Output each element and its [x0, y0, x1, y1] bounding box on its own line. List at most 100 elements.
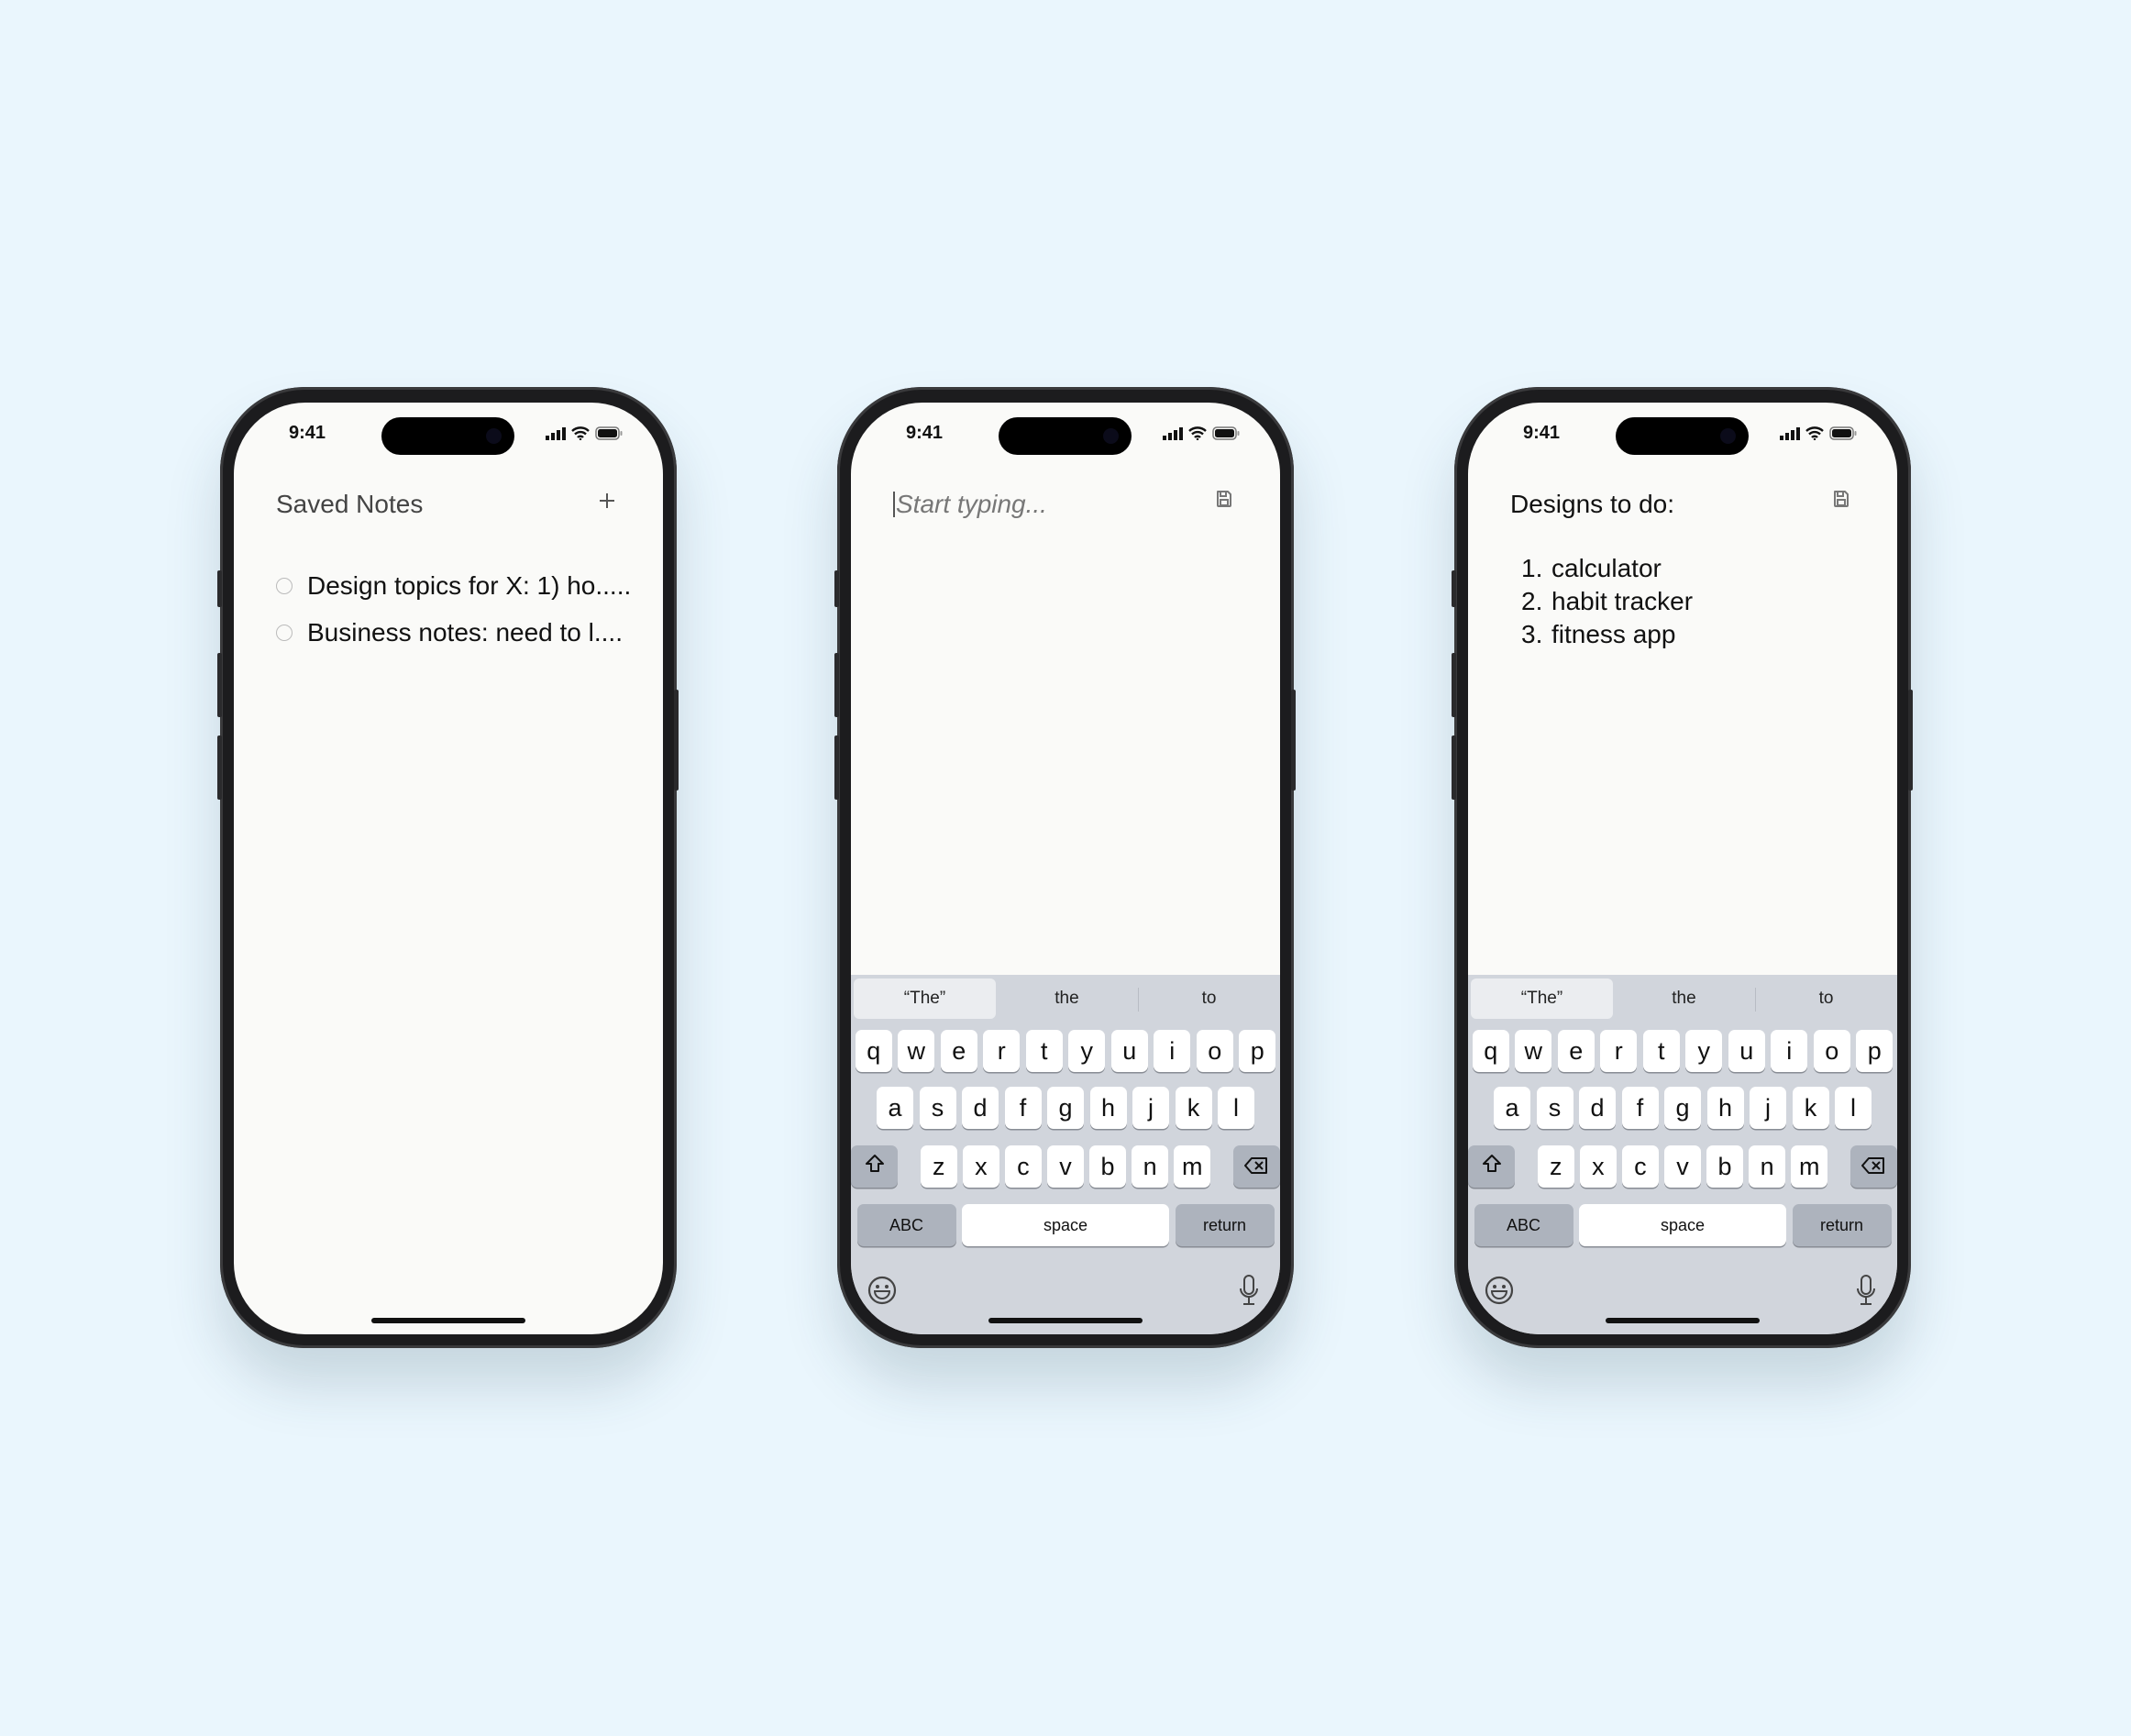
emoji-button[interactable]	[1483, 1276, 1516, 1309]
key-p[interactable]: p	[1239, 1030, 1276, 1072]
key-e[interactable]: e	[1557, 1030, 1595, 1072]
key-h[interactable]: h	[1089, 1087, 1127, 1129]
suggestion-item[interactable]: the	[996, 979, 1138, 1019]
side-button[interactable]	[217, 570, 222, 607]
key-f[interactable]: f	[1621, 1087, 1659, 1129]
microphone-button[interactable]	[1849, 1274, 1883, 1309]
key-j[interactable]: j	[1750, 1087, 1786, 1129]
key-t[interactable]: t	[1025, 1030, 1063, 1072]
key-r[interactable]: r	[1600, 1030, 1638, 1072]
side-button[interactable]	[674, 690, 679, 791]
emoji-button[interactable]	[866, 1276, 899, 1309]
key-n[interactable]: n	[1132, 1145, 1168, 1188]
key-q[interactable]: q	[1472, 1030, 1509, 1072]
save-button[interactable]	[1210, 487, 1238, 514]
key-j[interactable]: j	[1132, 1087, 1169, 1129]
key-c[interactable]: c	[1622, 1145, 1659, 1188]
key-i[interactable]: i	[1154, 1030, 1191, 1072]
key-y[interactable]: y	[1068, 1030, 1106, 1072]
key-d[interactable]: d	[962, 1087, 999, 1129]
side-button[interactable]	[834, 653, 839, 717]
key-x[interactable]: x	[963, 1145, 999, 1188]
return-key[interactable]: return	[1792, 1204, 1892, 1246]
key-v[interactable]: v	[1047, 1145, 1084, 1188]
side-button[interactable]	[1291, 690, 1296, 791]
key-r[interactable]: r	[983, 1030, 1021, 1072]
note-item[interactable]: Design topics for X: 1) ho.....	[276, 562, 631, 609]
shift-icon	[1481, 1153, 1503, 1181]
key-u[interactable]: u	[1110, 1030, 1148, 1072]
key-b[interactable]: b	[1706, 1145, 1743, 1188]
key-n[interactable]: n	[1749, 1145, 1785, 1188]
space-key[interactable]: space	[1579, 1204, 1786, 1246]
key-t[interactable]: t	[1642, 1030, 1680, 1072]
microphone-button[interactable]	[1232, 1274, 1265, 1309]
key-o[interactable]: o	[1196, 1030, 1233, 1072]
key-y[interactable]: y	[1685, 1030, 1723, 1072]
side-button[interactable]	[1452, 735, 1456, 800]
key-m[interactable]: m	[1174, 1145, 1211, 1188]
side-button[interactable]	[217, 653, 222, 717]
suggestion-item[interactable]: to	[1755, 979, 1897, 1019]
abc-key[interactable]: ABC	[1474, 1204, 1573, 1246]
suggestion-item[interactable]: the	[1613, 979, 1755, 1019]
home-indicator[interactable]	[371, 1318, 525, 1323]
key-c[interactable]: c	[1005, 1145, 1042, 1188]
key-l[interactable]: l	[1218, 1087, 1254, 1129]
key-d[interactable]: d	[1579, 1087, 1616, 1129]
key-f[interactable]: f	[1004, 1087, 1042, 1129]
add-note-button[interactable]	[593, 487, 621, 514]
key-k[interactable]: k	[1175, 1087, 1212, 1129]
radio-icon[interactable]	[276, 577, 293, 594]
save-button[interactable]	[1827, 487, 1855, 514]
home-indicator[interactable]	[988, 1318, 1143, 1323]
backspace-key[interactable]	[1849, 1145, 1897, 1188]
shift-key[interactable]	[851, 1145, 899, 1188]
suggestion-item[interactable]: to	[1138, 979, 1280, 1019]
key-o[interactable]: o	[1813, 1030, 1850, 1072]
key-u[interactable]: u	[1728, 1030, 1765, 1072]
side-button[interactable]	[1452, 570, 1456, 607]
key-i[interactable]: i	[1771, 1030, 1808, 1072]
key-l[interactable]: l	[1835, 1087, 1872, 1129]
radio-icon[interactable]	[276, 624, 293, 641]
note-item[interactable]: Business notes: need to l....	[276, 609, 631, 656]
key-w[interactable]: w	[898, 1030, 935, 1072]
key-a[interactable]: a	[1494, 1087, 1530, 1129]
space-key[interactable]: space	[962, 1204, 1169, 1246]
plus-icon	[600, 493, 614, 508]
note-input[interactable]: Start typing...	[893, 490, 1047, 519]
key-z[interactable]: z	[920, 1145, 957, 1188]
key-g[interactable]: g	[1664, 1087, 1701, 1129]
note-list[interactable]: 1. calculator 2. habit tracker 3. fitness a…	[1521, 552, 1693, 651]
key-e[interactable]: e	[940, 1030, 977, 1072]
key-z[interactable]: z	[1537, 1145, 1574, 1188]
key-b[interactable]: b	[1089, 1145, 1126, 1188]
backspace-key[interactable]	[1232, 1145, 1280, 1188]
key-k[interactable]: k	[1792, 1087, 1829, 1129]
return-key[interactable]: return	[1175, 1204, 1275, 1246]
home-indicator[interactable]	[1606, 1318, 1760, 1323]
key-s[interactable]: s	[919, 1087, 956, 1129]
key-a[interactable]: a	[877, 1087, 913, 1129]
suggestion-item[interactable]: “The”	[1471, 979, 1613, 1019]
key-p[interactable]: p	[1856, 1030, 1894, 1072]
shift-key[interactable]	[1468, 1145, 1516, 1188]
key-w[interactable]: w	[1515, 1030, 1552, 1072]
side-button[interactable]	[834, 570, 839, 607]
abc-key[interactable]: ABC	[856, 1204, 956, 1246]
key-q[interactable]: q	[855, 1030, 892, 1072]
key-m[interactable]: m	[1791, 1145, 1828, 1188]
key-x[interactable]: x	[1580, 1145, 1617, 1188]
suggestion-item[interactable]: “The”	[854, 979, 996, 1019]
side-button[interactable]	[1452, 653, 1456, 717]
side-button[interactable]	[1908, 690, 1913, 791]
side-button[interactable]	[217, 735, 222, 800]
key-h[interactable]: h	[1706, 1087, 1744, 1129]
key-v[interactable]: v	[1664, 1145, 1701, 1188]
status-icons	[546, 426, 623, 445]
note-title[interactable]: Designs to do:	[1510, 490, 1674, 519]
key-g[interactable]: g	[1047, 1087, 1084, 1129]
key-s[interactable]: s	[1536, 1087, 1573, 1129]
side-button[interactable]	[834, 735, 839, 800]
